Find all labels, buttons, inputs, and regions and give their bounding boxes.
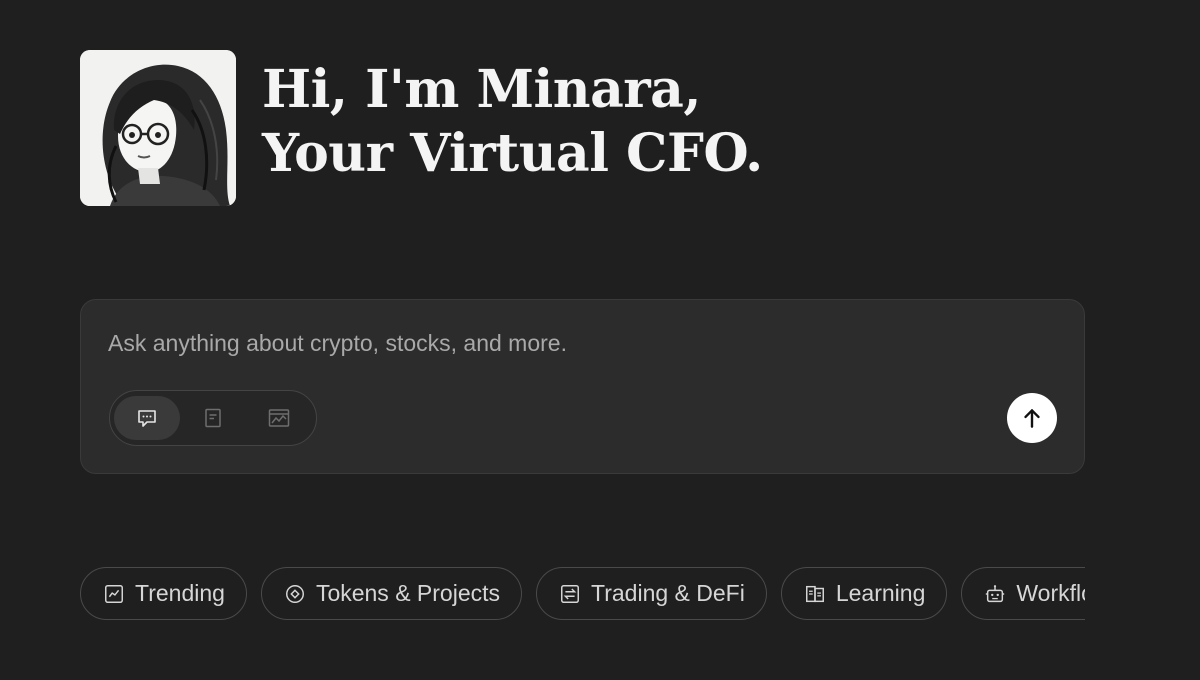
chip-trending[interactable]: Trending <box>80 567 247 620</box>
chip-workflows[interactable]: Workflows <box>961 567 1085 620</box>
chip-trading-defi[interactable]: Trading & DeFi <box>536 567 767 620</box>
avatar <box>80 50 236 206</box>
suggestion-chips: Trending Tokens & Projects Trading & DeF… <box>80 567 1085 621</box>
chat-icon <box>138 410 156 427</box>
chip-label: Learning <box>835 580 926 606</box>
document-mode-button[interactable] <box>180 396 246 440</box>
home-page: Hi, I'm Minara, Your Virtual CFO. Ask an… <box>0 0 1200 680</box>
minara-portrait-image <box>80 50 236 206</box>
page-title: Hi, I'm Minara, Your Virtual CFO. <box>262 58 763 186</box>
chat-composer <box>80 299 1085 474</box>
chip-learning[interactable]: Learning <box>780 567 948 620</box>
token-icon <box>285 584 304 603</box>
hero: Hi, I'm Minara, Your Virtual CFO. <box>80 50 763 206</box>
robot-icon <box>986 584 1005 602</box>
chart-window-icon <box>268 409 290 427</box>
book-icon <box>805 585 824 602</box>
document-icon <box>205 408 221 428</box>
chip-label: Tokens & Projects <box>315 580 501 606</box>
mode-switch <box>109 390 317 446</box>
chip-label: Trending <box>135 580 225 606</box>
swap-icon <box>561 584 580 603</box>
chart-mode-button[interactable] <box>246 396 312 440</box>
arrow-up-icon <box>1024 409 1040 428</box>
chip-tokens-projects[interactable]: Tokens & Projects <box>260 567 523 620</box>
ask-input[interactable] <box>108 330 1048 357</box>
chip-label: Trading & DeFi <box>591 580 745 606</box>
send-button[interactable] <box>1007 393 1057 443</box>
chat-mode-button[interactable] <box>114 396 180 440</box>
chip-label: Workflows <box>1016 580 1085 606</box>
trend-chart-icon <box>105 584 123 603</box>
tagline-line: Your Virtual CFO. <box>262 123 763 184</box>
greeting-line: Hi, I'm Minara, <box>262 59 701 120</box>
